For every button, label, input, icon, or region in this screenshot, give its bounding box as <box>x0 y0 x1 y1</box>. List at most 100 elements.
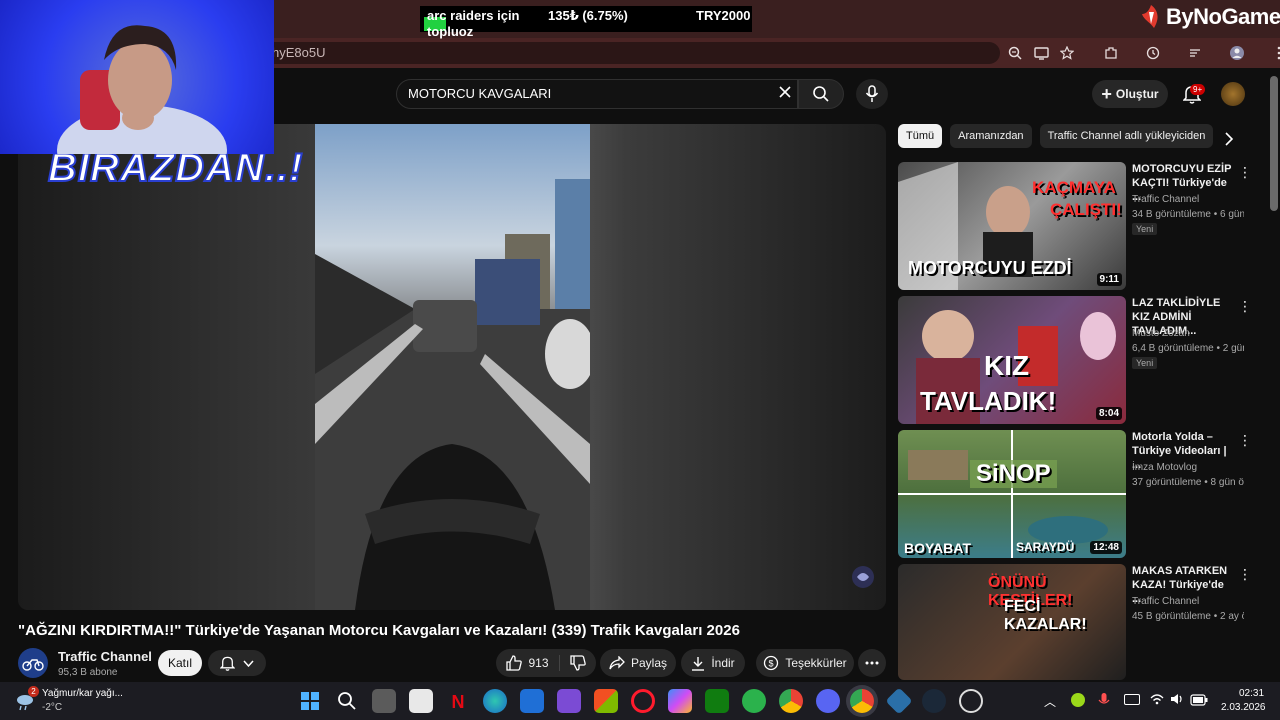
taskbar-search-icon[interactable] <box>335 689 359 713</box>
chip-from-uploader[interactable]: Traffic Channel adlı yükleyiciden <box>1039 124 1214 148</box>
edge-icon[interactable] <box>483 689 507 713</box>
user-avatar[interactable] <box>1221 82 1245 106</box>
browser-extension-area <box>1100 42 1280 64</box>
keyboard-icon[interactable] <box>1124 694 1140 705</box>
app-icon[interactable] <box>557 689 581 713</box>
microphone-tray-icon[interactable] <box>1098 692 1110 713</box>
store-icon[interactable] <box>594 689 618 713</box>
share-label: Paylaş <box>630 656 668 670</box>
extensions-icon[interactable] <box>1100 42 1122 64</box>
channel-subscriber-count: 95,3 B abone <box>58 667 118 678</box>
battery-icon[interactable] <box>1190 693 1208 711</box>
page-scrollbar[interactable] <box>1270 76 1278 211</box>
cast-icon[interactable] <box>1030 42 1052 64</box>
utorrent-icon[interactable] <box>742 689 766 713</box>
donation-amount: 135₺ (6.75%) <box>548 8 628 23</box>
recommendation-item[interactable]: KAÇMAYA ÇALIŞTI! MOTORCUYU EZDİ 9:11 MOT… <box>898 162 1258 290</box>
weather-text[interactable]: Yağmur/kar yağı... <box>42 688 123 699</box>
dislike-button[interactable] <box>566 655 586 671</box>
channel-avatar[interactable] <box>18 648 48 678</box>
search-button[interactable] <box>798 79 844 109</box>
chip-from-search[interactable]: Aramanızdan <box>950 124 1032 148</box>
xbox-icon[interactable] <box>705 689 729 713</box>
join-button[interactable]: Katıl <box>158 650 202 676</box>
recommendation-meta: 37 görüntüleme • 8 gün önce <box>1132 477 1244 488</box>
create-button[interactable]: + Oluştur <box>1092 80 1168 108</box>
video-thumbnail[interactable]: KIZ TAVLADIK! 8:04 <box>898 296 1126 424</box>
media-control-icon[interactable] <box>1184 42 1206 64</box>
opera-icon[interactable] <box>631 689 655 713</box>
more-vertical-icon[interactable]: ⋮ <box>1238 432 1252 449</box>
chrome-icon[interactable] <box>779 689 803 713</box>
bell-icon <box>220 656 235 671</box>
recommendation-item[interactable]: KIZ TAVLADIK! 8:04 LAZ TAKLİDİYLE KIZ AD… <box>898 296 1258 424</box>
subscription-notification-button[interactable] <box>208 650 266 676</box>
voice-search-button[interactable] <box>856 79 888 109</box>
chevron-up-icon[interactable]: ︿ <box>1044 693 1056 710</box>
copilot-icon[interactable] <box>668 689 692 713</box>
video-thumbnail[interactable]: ÖNÜNÜ KESTİLER! FECİ KAZALAR! <box>898 564 1126 680</box>
app-icon[interactable] <box>520 689 544 713</box>
zoom-icon[interactable] <box>1004 42 1026 64</box>
more-vertical-icon[interactable]: ⋮ <box>1238 566 1252 583</box>
profile-icon[interactable] <box>1226 42 1248 64</box>
super-thanks-icon: $ <box>764 655 779 671</box>
bookmark-star-icon[interactable] <box>1056 42 1078 64</box>
chip-all[interactable]: Tümü <box>898 124 943 148</box>
search-input-value: MOTORCU KAVGALARI <box>408 86 552 101</box>
svg-text:$: $ <box>769 659 774 669</box>
recommendation-item[interactable]: ÖNÜNÜ KESTİLER! FECİ KAZALAR! MAKAS ATAR… <box>898 564 1258 680</box>
donation-target: TRY2000 <box>696 8 751 23</box>
wifi-icon[interactable] <box>1150 692 1164 711</box>
search-icon <box>813 86 829 102</box>
like-button[interactable]: 913 <box>506 655 560 671</box>
video-duration: 8:04 <box>1095 407 1122 420</box>
video-frame <box>315 124 590 610</box>
video-duration: 12:48 <box>1090 541 1122 554</box>
like-dislike-group: 913 <box>496 649 596 677</box>
clock-time[interactable]: 02:31 <box>1239 688 1264 699</box>
chevron-down-icon <box>243 659 254 667</box>
steam-icon[interactable] <box>922 689 946 713</box>
file-icon[interactable] <box>409 689 433 713</box>
recommendation-channel[interactable]: Traffic Channel <box>1132 596 1199 607</box>
task-view-icon[interactable] <box>372 689 396 713</box>
history-icon[interactable] <box>1142 42 1164 64</box>
recommendation-channel[interactable]: Musto Zozan <box>1132 328 1190 339</box>
thanks-button[interactable]: $ Teşekkürler <box>756 649 854 677</box>
tray-app-icon[interactable] <box>1071 693 1085 707</box>
clock-date[interactable]: 2.03.2026 <box>1221 702 1266 713</box>
recommendation-meta: 45 B görüntüleme • 2 ay ön... <box>1132 611 1244 622</box>
recommendation-channel[interactable]: Traffic Channel <box>1132 194 1199 205</box>
download-icon <box>692 656 705 671</box>
video-thumbnail[interactable]: KAÇMAYA ÇALIŞTI! MOTORCUYU EZDİ 9:11 <box>898 162 1126 290</box>
channel-name[interactable]: Traffic Channel <box>58 649 152 664</box>
share-button[interactable]: Paylaş <box>600 649 676 677</box>
download-label: İndir <box>711 656 735 670</box>
recommendation-item[interactable]: SiNOP BOYABAT SARAYDÜ 12:48 Motorla Yold… <box>898 430 1258 558</box>
video-watermark-icon <box>850 564 876 595</box>
discord-icon[interactable] <box>816 689 840 713</box>
plus-icon: + <box>1101 84 1112 104</box>
more-actions-button[interactable] <box>858 649 886 677</box>
download-button[interactable]: İndir <box>681 649 745 677</box>
more-vertical-icon[interactable]: ⋮ <box>1238 164 1252 181</box>
video-duration: 9:11 <box>1096 273 1122 286</box>
more-vertical-icon[interactable]: ⋮ <box>1238 298 1252 315</box>
start-icon[interactable] <box>298 689 322 713</box>
clear-search-icon[interactable] <box>777 84 793 105</box>
more-horizontal-icon <box>865 661 879 665</box>
microphone-icon <box>865 85 879 102</box>
menu-dots-icon[interactable] <box>1268 42 1280 64</box>
volume-icon[interactable] <box>1170 692 1184 711</box>
netflix-icon[interactable]: N <box>446 689 470 713</box>
svg-text:N: N <box>452 692 465 712</box>
chrome-active-icon[interactable] <box>850 689 874 713</box>
obs-icon[interactable] <box>959 689 983 713</box>
thumbs-up-icon <box>506 655 523 671</box>
chip-scroll-right-icon[interactable] <box>1224 132 1234 151</box>
recommendation-channel[interactable]: İmza Motovlog <box>1132 462 1197 473</box>
create-button-label: Oluştur <box>1115 87 1159 101</box>
video-thumbnail[interactable]: SiNOP BOYABAT SARAYDÜ 12:48 <box>898 430 1126 558</box>
donation-goal-name: arc raiders için topluoz <box>427 8 520 39</box>
